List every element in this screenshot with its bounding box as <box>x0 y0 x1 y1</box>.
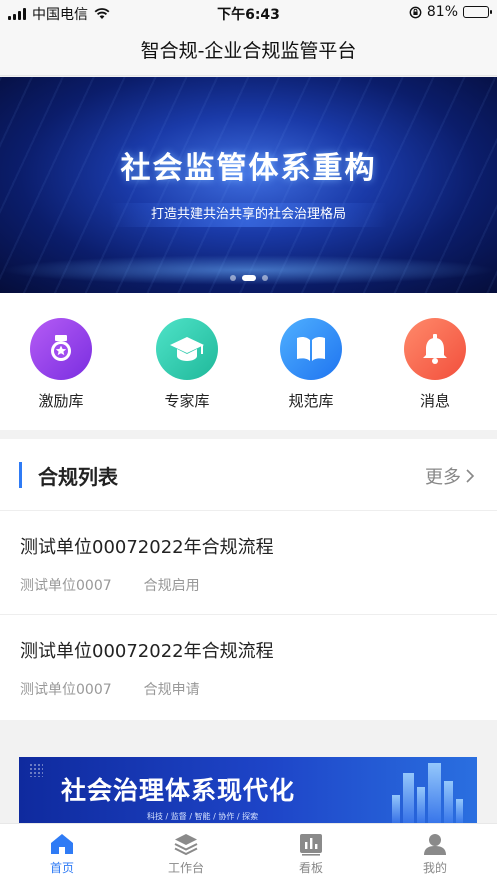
tab-label: 工作台 <box>167 861 204 875</box>
quick-item-incentive[interactable]: 激励库 <box>21 318 101 411</box>
list-item[interactable]: 测试单位00072022年合规流程 测试单位0007 合规申请 <box>0 615 497 719</box>
carousel-dots[interactable] <box>0 275 497 281</box>
battery-percent: 81% <box>426 4 458 20</box>
user-icon <box>424 834 446 855</box>
list-item-meta: 测试单位0007 合规启用 <box>20 575 200 595</box>
bell-icon <box>404 318 466 380</box>
nav-bar: 智合规-企业合规监管平台 <box>0 26 497 76</box>
quick-menu: 激励库 专家库 规范库 消息 <box>0 293 497 430</box>
list-item-title: 测试单位00072022年合规流程 <box>20 641 274 662</box>
book-icon <box>280 318 342 380</box>
promo-banner-title: 社会治理体系现代化 <box>61 776 296 805</box>
quick-item-label: 专家库 <box>164 392 210 410</box>
list-item-title: 测试单位00072022年合规流程 <box>20 537 274 558</box>
banner-subtitle: 打造共建共治共享的社会治理格局 <box>150 207 346 222</box>
list-header: 合规列表 更多 <box>0 439 497 511</box>
banner-carousel[interactable]: 社会监管体系重构 打造共建共治共享的社会治理格局 <box>0 77 497 293</box>
quick-item-label: 激励库 <box>38 392 84 410</box>
compliance-list-card: 合规列表 更多 测试单位00072022年合规流程 测试单位0007 合规启用 … <box>0 439 497 720</box>
quick-item-label: 规范库 <box>288 392 334 410</box>
list-item-status: 合规申请 <box>143 682 200 698</box>
page-title: 智合规-企业合规监管平台 <box>140 40 357 62</box>
tab-profile[interactable]: 我的 <box>395 832 475 876</box>
list-item-unit: 测试单位0007 <box>20 578 112 594</box>
promo-banner[interactable]: 社会治理体系现代化 科技 / 监督 / 智能 / 协作 / 探索 <box>19 757 477 823</box>
dot-grid-decoration <box>29 763 43 777</box>
tab-home[interactable]: 首页 <box>22 832 102 876</box>
tab-label: 首页 <box>49 861 74 875</box>
quick-item-standards[interactable]: 规范库 <box>271 318 351 411</box>
orientation-lock-icon <box>409 6 422 18</box>
list-item-unit: 测试单位0007 <box>20 682 112 698</box>
banner-subtitle-strip: 打造共建共治共享的社会治理格局 <box>110 203 387 227</box>
banner-title: 社会监管体系重构 <box>120 151 377 186</box>
quick-item-label: 消息 <box>419 392 450 410</box>
carousel-dot[interactable] <box>229 275 236 281</box>
carousel-dot[interactable] <box>241 275 256 281</box>
quick-item-experts[interactable]: 专家库 <box>147 318 227 411</box>
tab-dashboard[interactable]: 看板 <box>271 832 351 876</box>
chevron-right-icon <box>466 469 475 483</box>
promo-banner-subtitle: 科技 / 监督 / 智能 / 协作 / 探索 <box>147 812 259 821</box>
battery-icon <box>463 6 492 18</box>
tab-label: 我的 <box>422 861 447 875</box>
quick-item-messages[interactable]: 消息 <box>395 318 475 411</box>
carousel-dot[interactable] <box>261 275 268 281</box>
more-link[interactable]: 更多 <box>425 463 475 489</box>
more-label: 更多 <box>425 467 461 488</box>
status-bar: 中国电信 下午6:43 81% <box>0 0 497 26</box>
tab-bar: 首页 工作台 看板 我的 <box>0 823 497 883</box>
list-item-status: 合规启用 <box>143 578 200 594</box>
tab-label: 看板 <box>298 861 323 875</box>
list-item[interactable]: 测试单位00072022年合规流程 测试单位0007 合规启用 <box>0 511 497 615</box>
battery-group: 81% <box>409 4 492 20</box>
home-icon <box>51 834 73 854</box>
list-item-meta: 测试单位0007 合规申请 <box>20 679 200 699</box>
tab-workbench[interactable]: 工作台 <box>146 832 226 876</box>
city-skyline-illustration <box>392 763 463 823</box>
dashboard-icon <box>300 834 322 856</box>
section-title: 合规列表 <box>38 465 118 489</box>
section-accent-bar <box>19 462 22 488</box>
layers-icon <box>174 834 198 856</box>
graduation-cap-icon <box>156 318 218 380</box>
medal-icon <box>30 318 92 380</box>
